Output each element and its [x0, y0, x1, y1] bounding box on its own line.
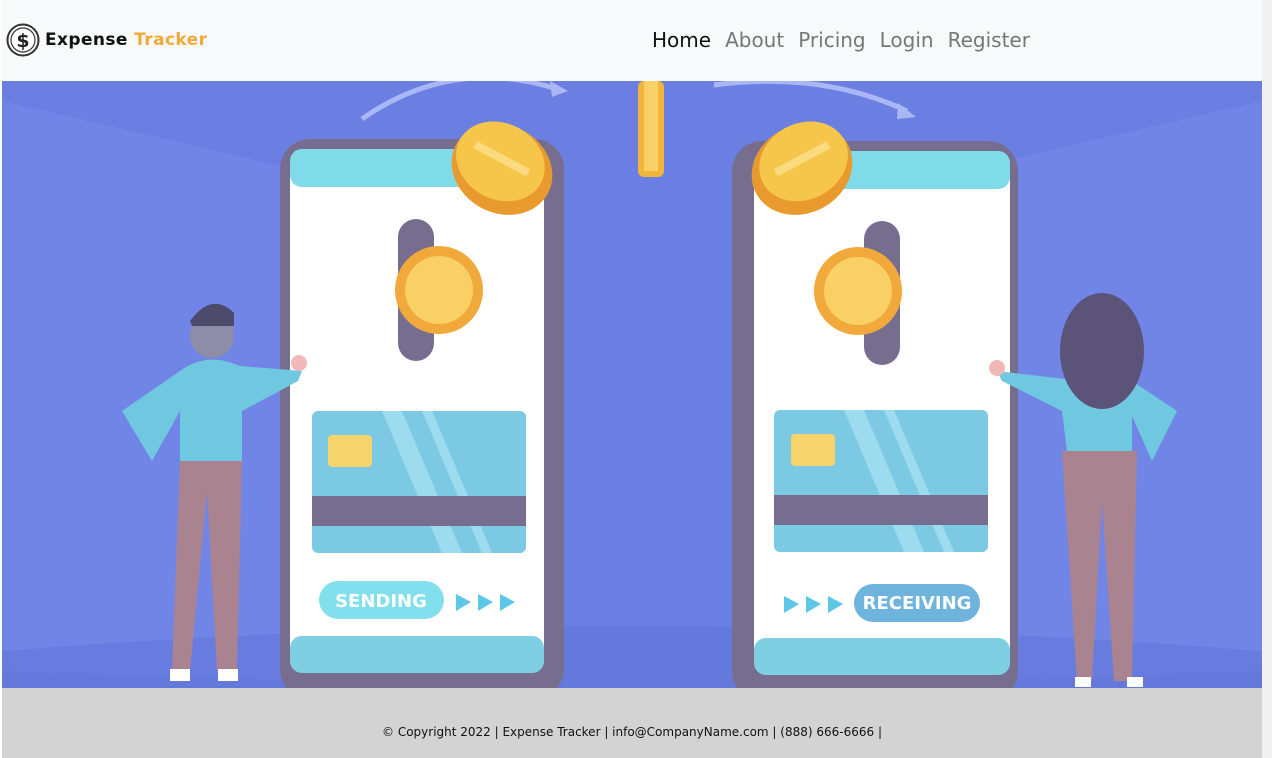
receiving-phone: RECEIVING [732, 141, 1018, 688]
nav-register-link[interactable]: Register [948, 25, 1030, 55]
scrollbar[interactable] [1262, 0, 1272, 758]
copyright-text: © Copyright 2022 | Expense Tracker | inf… [382, 725, 882, 739]
receiving-label: RECEIVING [863, 593, 972, 614]
dollar-coin-icon: $ [6, 23, 40, 57]
brand-name-part1: Expense [45, 30, 128, 50]
nav-home-link[interactable]: Home [652, 25, 711, 55]
hero-banner: SENDING RECEIVING [2, 81, 1262, 688]
page: $ Expense Tracker Home About Pricing Log… [2, 0, 1262, 758]
nav-about-link[interactable]: About [725, 25, 784, 55]
navbar: $ Expense Tracker Home About Pricing Log… [2, 0, 1262, 81]
nav-pricing-link[interactable]: Pricing [798, 25, 865, 55]
brand-logo-link[interactable]: $ Expense Tracker [6, 15, 207, 65]
money-transfer-illustration: SENDING RECEIVING [2, 81, 1262, 688]
main-nav: Home About Pricing Login Register [652, 25, 1030, 55]
sending-label: SENDING [335, 591, 427, 612]
footer: © Copyright 2022 | Expense Tracker | inf… [2, 688, 1262, 758]
svg-text:$: $ [16, 30, 29, 52]
nav-login-link[interactable]: Login [880, 25, 934, 55]
sending-phone: SENDING [280, 139, 564, 688]
brand-name: Expense Tracker [45, 30, 207, 50]
brand-name-part2: Tracker [134, 30, 208, 50]
